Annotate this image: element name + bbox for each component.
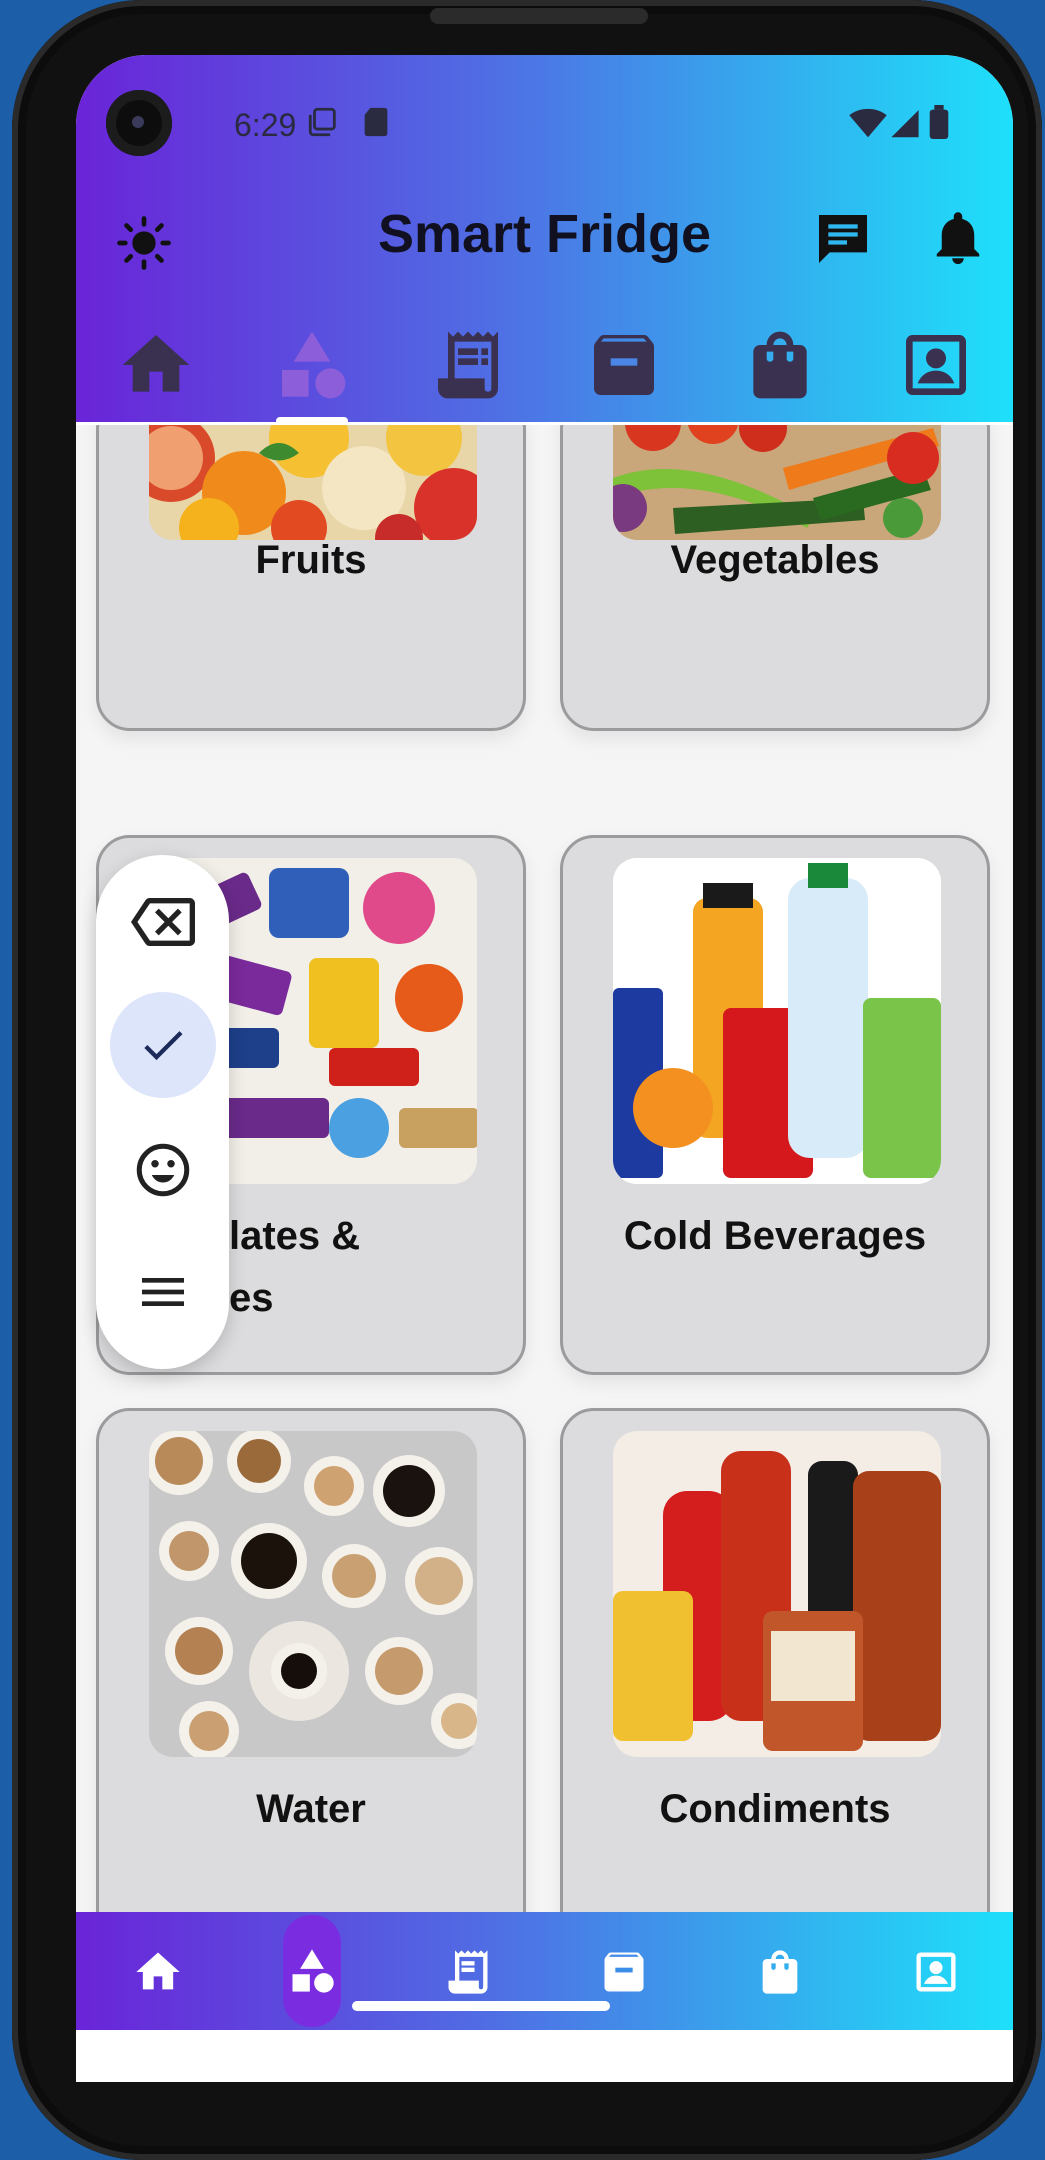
water-image <box>149 1431 477 1757</box>
tab-account[interactable] <box>896 325 976 405</box>
shapes-icon <box>292 1949 334 1993</box>
bell-icon[interactable] <box>928 207 988 271</box>
category-label: Cold Beverages <box>623 1214 927 1258</box>
check-icon <box>144 1031 183 1061</box>
front-camera <box>106 90 172 156</box>
category-label: Vegetables <box>670 538 880 582</box>
bottom-nav-shopping[interactable] <box>740 1932 820 2012</box>
top-app-bar: 6:29 Smart Fridge <box>76 55 1013 425</box>
chat-icon[interactable] <box>811 207 875 271</box>
speaker <box>430 8 648 24</box>
bottom-nav-categories[interactable] <box>283 1915 341 2027</box>
home-icon <box>136 1952 180 1990</box>
category-card-condiments[interactable]: Condiments <box>560 1408 990 1948</box>
category-label-line2: es <box>229 1276 274 1320</box>
signal-icon <box>891 110 919 138</box>
category-card-vegetables[interactable]: Vegetables <box>560 425 990 731</box>
condiments-image <box>613 1431 941 1757</box>
category-card-fruits[interactable]: Fruits <box>96 425 526 731</box>
menu-icon <box>142 1278 184 1306</box>
check-button[interactable] <box>110 992 216 1098</box>
menu-button[interactable] <box>118 1247 208 1337</box>
category-label: Fruits <box>255 538 367 582</box>
battery-icon <box>929 105 949 139</box>
backspace-icon <box>131 898 195 946</box>
shopping-bag-icon <box>762 1950 798 1994</box>
category-label-line1: lates & <box>229 1214 361 1258</box>
emoji-button[interactable] <box>118 1125 208 1215</box>
tab-home[interactable] <box>116 325 196 405</box>
tab-indicator <box>276 417 348 425</box>
screen-icon <box>308 107 336 137</box>
category-card-water[interactable]: Water <box>96 1408 526 1948</box>
sd-card-icon <box>364 107 388 137</box>
account-box-icon <box>916 1952 956 1992</box>
home-indicator[interactable] <box>352 2001 610 2011</box>
smiley-icon <box>136 1143 190 1197</box>
status-time: 6:29 <box>234 107 297 143</box>
bottom-navigation <box>76 1912 1013 2030</box>
wifi-icon <box>849 108 887 138</box>
bottom-nav-archive[interactable] <box>584 1932 664 2012</box>
vegetables-image <box>613 425 941 540</box>
phone-frame: 6:29 Smart Fridge Fruits Vegetables late… <box>12 0 1042 2160</box>
category-card-cold-beverages[interactable]: Cold Beverages <box>560 835 990 1375</box>
bottom-nav-receipts[interactable] <box>428 1932 508 2012</box>
bottom-nav-home[interactable] <box>118 1932 198 2012</box>
fruits-image <box>149 425 477 540</box>
tab-receipts[interactable] <box>428 325 508 405</box>
backspace-button[interactable] <box>118 877 208 967</box>
bottom-nav-account[interactable] <box>896 1932 976 2012</box>
cold-beverages-image <box>613 858 941 1184</box>
category-label: Water <box>256 1787 366 1831</box>
tab-shopping[interactable] <box>740 325 820 405</box>
receipt-icon <box>448 1950 488 1994</box>
app-screen: 6:29 Smart Fridge Fruits Vegetables late… <box>76 55 1013 2082</box>
tab-categories[interactable] <box>272 325 352 405</box>
category-label: Condiments <box>659 1787 891 1831</box>
tab-archive[interactable] <box>584 325 664 405</box>
archive-icon <box>604 1952 644 1992</box>
floating-action-menu <box>96 855 229 1369</box>
